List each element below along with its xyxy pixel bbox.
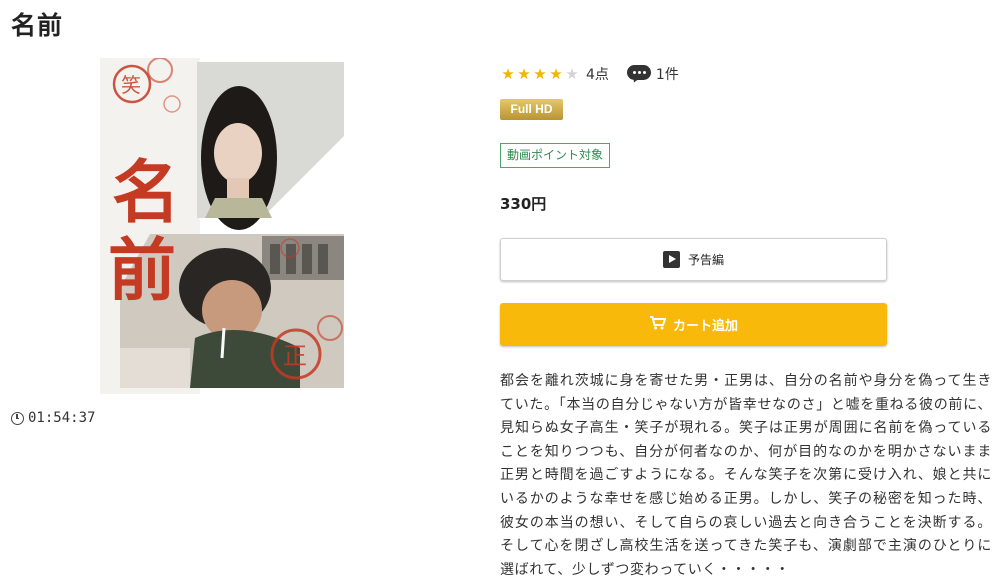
cart-icon [649, 315, 666, 334]
star-rating: ★ ★ ★ ★ ★ [500, 64, 580, 83]
synopsis: 都会を離れ茨城に身を寄せた男・正男は、自分の名前や身分を偽って生きていた。「本当… [500, 373, 992, 578]
price: 330円 [500, 195, 547, 213]
add-to-cart-button[interactable]: カート追加 [500, 303, 887, 346]
trailer-button-label: 予告編 [687, 253, 724, 267]
comment-icon [626, 65, 651, 85]
add-to-cart-label: カート追加 [672, 319, 738, 334]
poster-title-char-1: 名 [112, 153, 180, 233]
poster-stamp-top: 笑 [121, 73, 141, 97]
star-empty-icon: ★ [565, 64, 579, 83]
comment-count: 1件 [655, 67, 679, 83]
star-filled-icon: ★ [517, 64, 531, 83]
comment-count-link[interactable]: 1件 [626, 64, 679, 85]
duration: 01:54:37 [11, 410, 95, 426]
play-icon [662, 251, 680, 268]
poster-image: 名 前 笑 正 [0, 58, 460, 394]
video-point-badge: 動画ポイント対象 [500, 143, 611, 168]
star-filled-icon: ★ [501, 64, 515, 83]
star-filled-icon: ★ [533, 64, 547, 83]
trailer-button[interactable]: 予告編 [500, 238, 887, 281]
star-filled-icon: ★ [549, 64, 563, 83]
full-hd-badge: Full HD [500, 99, 563, 120]
duration-text: 01:54:37 [28, 410, 96, 426]
rating-score: 4点 [586, 67, 609, 83]
rating-row: ★ ★ ★ ★ ★ 4点 1件 [500, 64, 679, 85]
clock-icon [11, 411, 24, 425]
page-title: 名前 [11, 11, 64, 40]
poster-title-char-2: 前 [108, 231, 176, 311]
poster-stamp-bottom: 正 [283, 342, 307, 370]
